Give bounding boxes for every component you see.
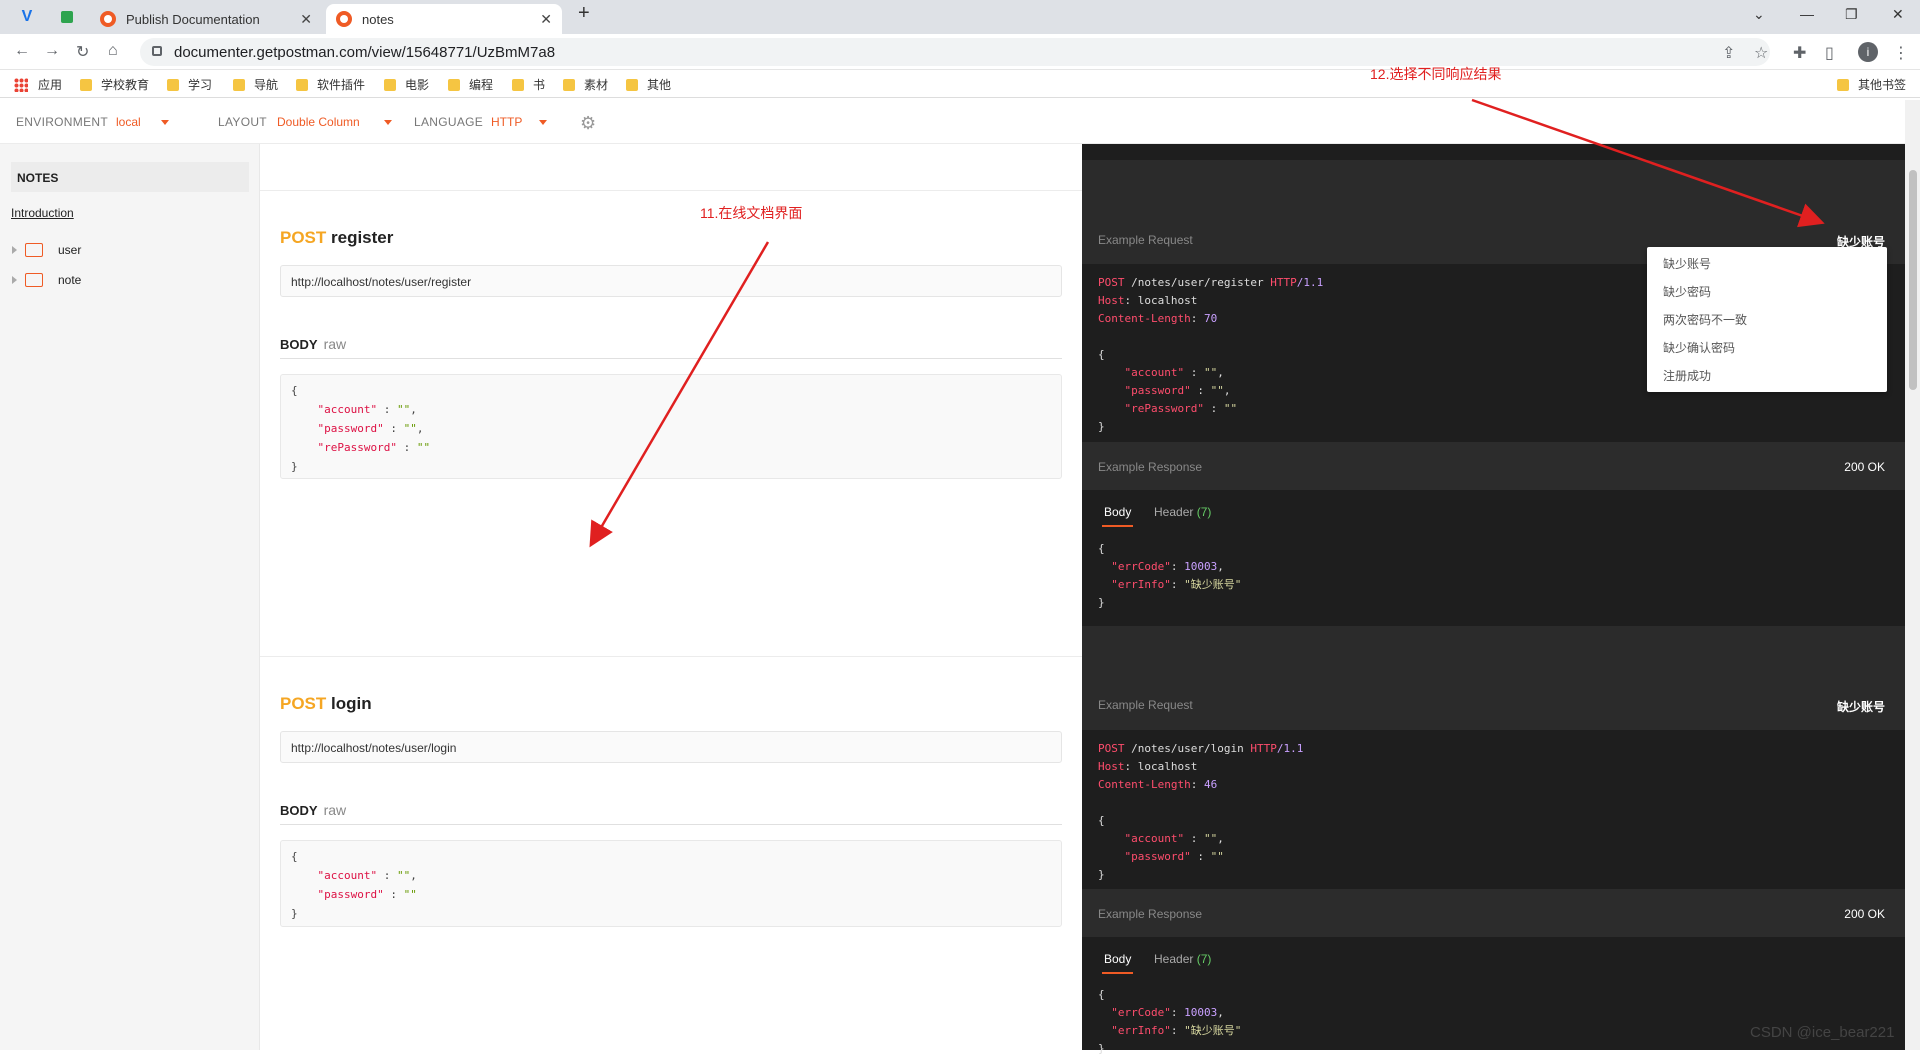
watermark: CSDN @ice_bear221 [1750,1024,1895,1041]
arrow-11 [589,241,770,548]
arrow-12 [1471,98,1825,228]
annotation-arrows [589,98,1825,548]
